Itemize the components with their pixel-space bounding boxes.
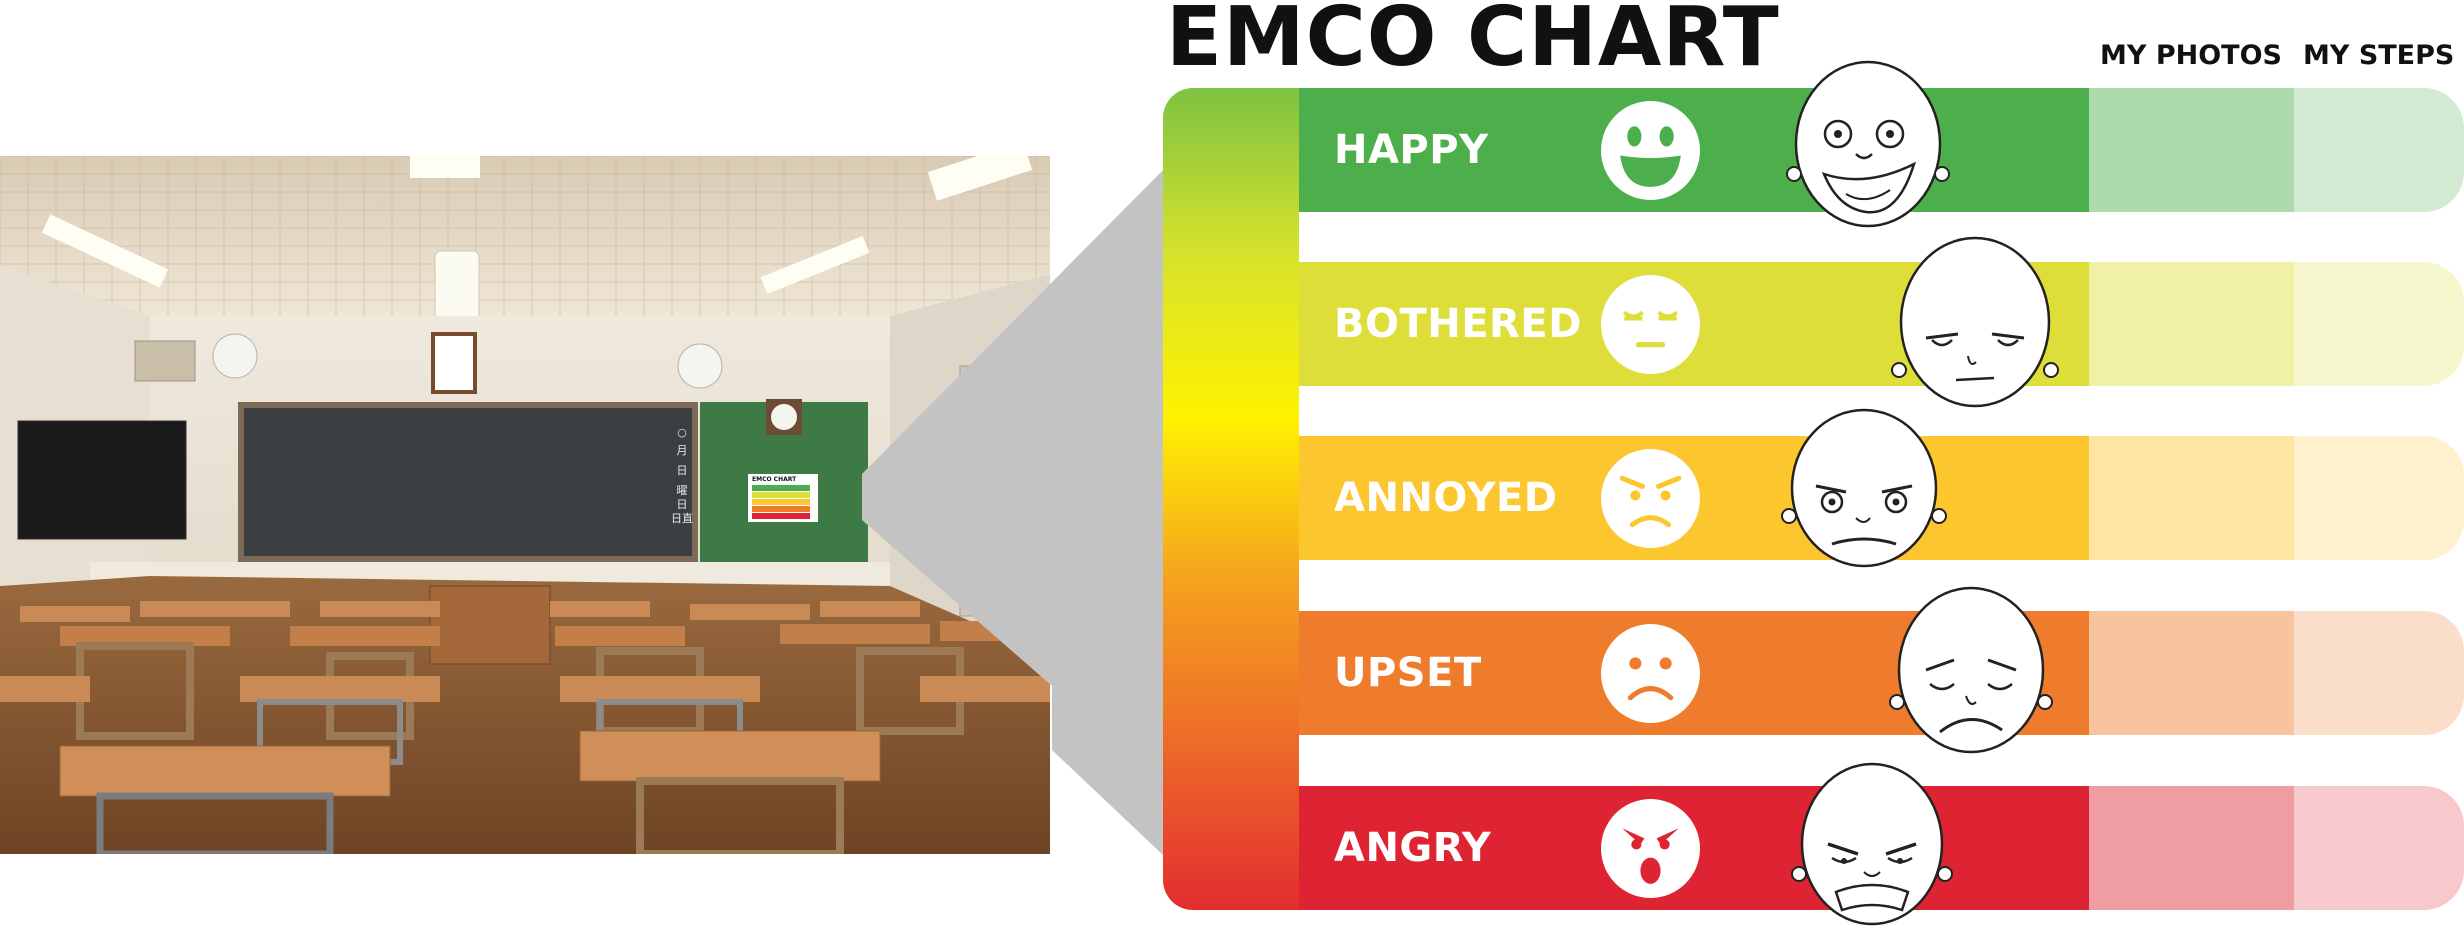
emotion-gradient-bar [1163,88,1299,910]
chart-title: EMCO CHART [1166,0,1780,85]
emotion-label-annoyed: ANNOYED [1334,475,1558,521]
my-photos-cell-angry[interactable] [2089,786,2294,910]
my-photos-cell-happy[interactable] [2089,88,2294,212]
my-steps-cell-angry[interactable] [2294,786,2464,910]
happy-cartoon-face [1786,60,1950,228]
emotion-label-bothered: BOTHERED [1334,301,1582,347]
my-photos-cell-annoyed[interactable] [2089,436,2294,560]
my-photos-cell-upset[interactable] [2089,611,2294,735]
angry-cartoon-face [1791,762,1953,926]
angry-face-icon [1601,799,1700,898]
sad-cartoon-face [1889,586,2053,754]
emotion-label-upset: UPSET [1334,650,1482,696]
my-photos-cell-bothered[interactable] [2089,262,2294,386]
annoyed-cartoon-face [1781,408,1947,568]
grin-face-icon [1601,101,1700,200]
emotion-label-angry: ANGRY [1334,825,1492,871]
my-steps-cell-bothered[interactable] [2294,262,2464,386]
my-steps-cell-happy[interactable] [2294,88,2464,212]
sad-face-icon [1601,624,1700,723]
my-steps-header: MY STEPS [2303,40,2455,71]
my-steps-cell-annoyed[interactable] [2294,436,2464,560]
my-photos-header: MY PHOTOS [2100,40,2282,71]
emotion-label-happy: HAPPY [1334,127,1489,173]
annoyed-face-icon [1601,449,1700,548]
my-steps-cell-upset[interactable] [2294,611,2464,735]
sleepy-face-icon [1601,275,1700,374]
bored-cartoon-face [1891,236,2059,408]
